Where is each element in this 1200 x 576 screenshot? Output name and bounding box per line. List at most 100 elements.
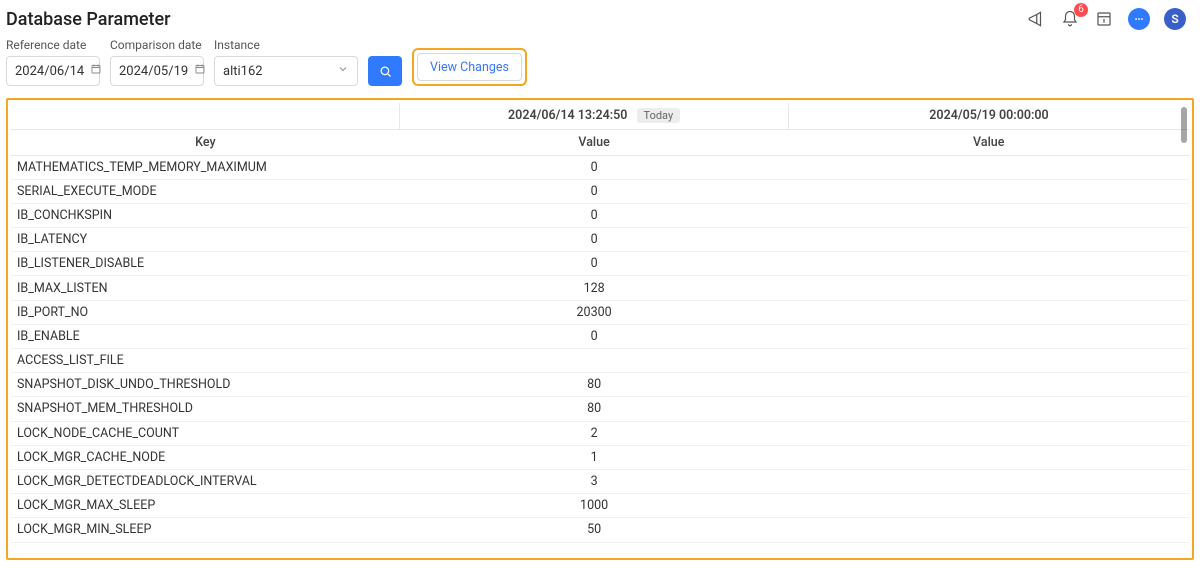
value2-cell [788,179,1189,203]
value2-cell [788,155,1189,179]
table-row[interactable]: IB_ENABLE0 [11,324,1189,348]
key-cell: ACCESS_LIST_FILE [11,349,400,373]
value2-cell [788,397,1189,421]
table-row[interactable]: IB_LATENCY0 [11,228,1189,252]
table-row[interactable]: SNAPSHOT_DISK_UNDO_THRESHOLD80 [11,373,1189,397]
page-title: Database Parameter [6,9,171,30]
filter-controls: Reference date 2024/06/14 Comparison dat… [0,34,1200,98]
value1-cell: 0 [400,228,789,252]
header-date2: 2024/05/19 00:00:00 [788,103,1189,129]
table-row[interactable]: LOCK_MGR_CACHE_NODE1 [11,445,1189,469]
value1-cell: 80 [400,373,789,397]
scrollbar-thumb[interactable] [1181,107,1187,143]
table-row[interactable]: IB_CONCHKSPIN0 [11,203,1189,227]
table-row[interactable]: MATHEMATICS_TEMP_MEMORY_MAXIMUM0 [11,155,1189,179]
value1-cell: 0 [400,324,789,348]
value1-cell: 0 [400,179,789,203]
search-button[interactable] [368,56,402,86]
calendar-icon [194,63,206,79]
value1-cell: 128 [400,276,789,300]
comparison-date-value: 2024/05/19 [119,64,188,79]
value1-cell: 1000 [400,494,789,518]
value1-cell: 2 [400,421,789,445]
instance-select[interactable]: alti162 [214,56,358,86]
parameter-table-container: 2024/06/14 13:24:50 Today 2024/05/19 00:… [11,103,1189,555]
reference-date-value: 2024/06/14 [15,64,84,79]
notification-bell-icon[interactable]: 6 [1060,9,1080,29]
table-row[interactable]: IB_LISTENER_DISABLE0 [11,252,1189,276]
comparison-date-input[interactable]: 2024/05/19 [110,56,204,86]
instance-label: Instance [214,38,358,52]
value2-cell [788,276,1189,300]
table-row[interactable]: LOCK_MGR_DETECTDEADLOCK_INTERVAL3 [11,469,1189,493]
key-cell: IB_PORT_NO [11,300,400,324]
key-cell: SNAPSHOT_MEM_THRESHOLD [11,397,400,421]
header-actions: 6 S [1026,8,1186,30]
reference-date-input[interactable]: 2024/06/14 [6,56,100,86]
table-body: MATHEMATICS_TEMP_MEMORY_MAXIMUM0SERIAL_E… [11,155,1189,542]
key-cell: SERIAL_EXECUTE_MODE [11,179,400,203]
value2-cell [788,252,1189,276]
col-value2-header: Value [788,129,1189,155]
header-empty [11,103,400,129]
header-date1-text: 2024/06/14 13:24:50 [508,108,627,123]
value1-cell: 0 [400,252,789,276]
value1-cell [400,349,789,373]
parameter-table: 2024/06/14 13:24:50 Today 2024/05/19 00:… [11,103,1189,543]
value2-cell [788,469,1189,493]
key-cell: LOCK_MGR_CACHE_NODE [11,445,400,469]
table-row[interactable]: SNAPSHOT_MEM_THRESHOLD80 [11,397,1189,421]
value2-cell [788,494,1189,518]
value1-cell: 20300 [400,300,789,324]
value2-cell [788,203,1189,227]
today-badge: Today [637,108,681,123]
value1-cell: 0 [400,155,789,179]
value2-cell [788,445,1189,469]
topbar: Database Parameter 6 S [0,0,1200,34]
key-cell: IB_ENABLE [11,324,400,348]
key-cell: IB_LATENCY [11,228,400,252]
value2-cell [788,518,1189,542]
col-value1-header: Value [400,129,789,155]
table-row[interactable]: LOCK_NODE_CACHE_COUNT2 [11,421,1189,445]
user-avatar[interactable]: S [1164,8,1186,30]
value2-cell [788,349,1189,373]
value2-cell [788,324,1189,348]
table-row[interactable]: IB_MAX_LISTEN128 [11,276,1189,300]
value2-cell [788,300,1189,324]
key-cell: LOCK_NODE_CACHE_COUNT [11,421,400,445]
table-row[interactable]: SERIAL_EXECUTE_MODE0 [11,179,1189,203]
key-cell: LOCK_MGR_MIN_SLEEP [11,518,400,542]
archive-icon[interactable] [1094,9,1114,29]
table-row[interactable]: IB_PORT_NO20300 [11,300,1189,324]
notification-badge: 6 [1074,3,1088,17]
value1-cell: 0 [400,203,789,227]
key-cell: LOCK_MGR_MAX_SLEEP [11,494,400,518]
chevron-down-icon [337,63,349,79]
instance-value: alti162 [223,64,263,79]
key-cell: IB_LISTENER_DISABLE [11,252,400,276]
reference-date-label: Reference date [6,38,100,52]
header-date2-text: 2024/05/19 00:00:00 [929,108,1048,123]
announcement-icon[interactable] [1026,9,1046,29]
comparison-date-label: Comparison date [110,38,204,52]
table-row[interactable]: ACCESS_LIST_FILE [11,349,1189,373]
value1-cell: 1 [400,445,789,469]
table-row[interactable]: LOCK_MGR_MIN_SLEEP50 [11,518,1189,542]
instance-group: Instance alti162 [214,38,358,86]
key-cell: IB_CONCHKSPIN [11,203,400,227]
header-date1: 2024/06/14 13:24:50 Today [400,103,789,129]
value2-cell [788,228,1189,252]
view-changes-highlight: View Changes [412,48,527,86]
value2-cell [788,421,1189,445]
value2-cell [788,373,1189,397]
key-cell: LOCK_MGR_DETECTDEADLOCK_INTERVAL [11,469,400,493]
reference-date-group: Reference date 2024/06/14 [6,38,100,86]
comparison-date-group: Comparison date 2024/05/19 [110,38,204,86]
chat-icon[interactable] [1128,8,1150,30]
value1-cell: 80 [400,397,789,421]
table-row[interactable]: LOCK_MGR_MAX_SLEEP1000 [11,494,1189,518]
key-cell: IB_MAX_LISTEN [11,276,400,300]
view-changes-button[interactable]: View Changes [417,53,522,81]
key-cell: SNAPSHOT_DISK_UNDO_THRESHOLD [11,373,400,397]
